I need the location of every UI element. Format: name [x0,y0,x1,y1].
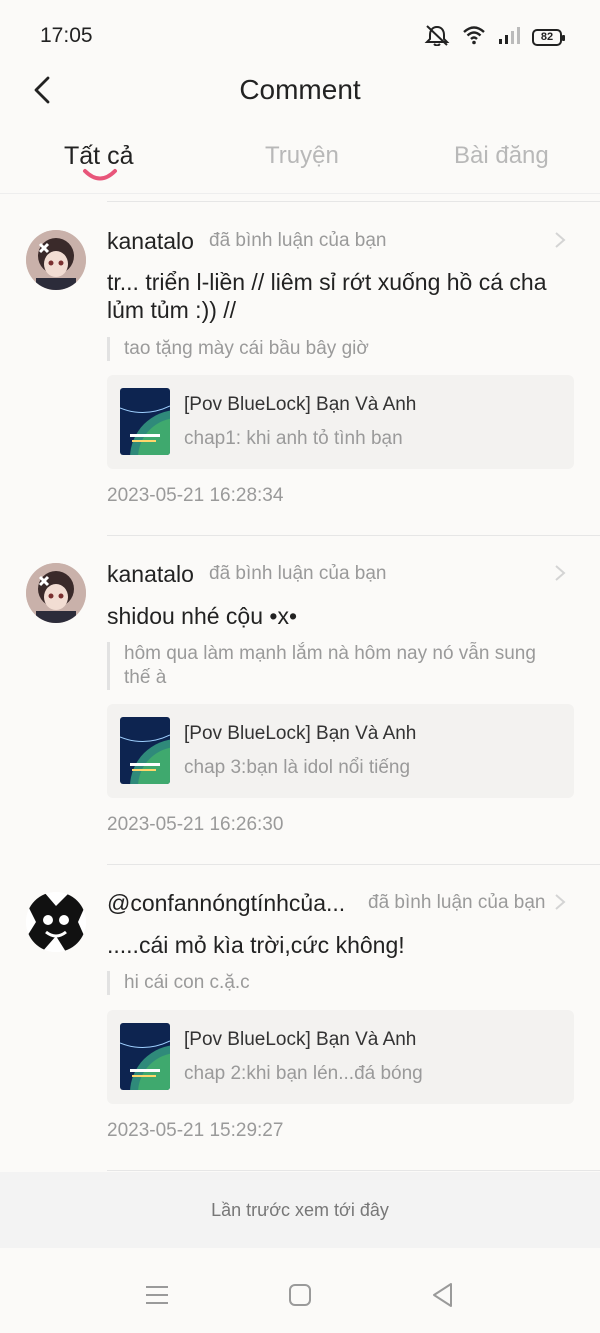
avatar[interactable] [26,230,86,290]
quoted-comment: hôm qua làm mạnh lắm nà hôm nay nó vẫn s… [107,642,567,690]
story-cover [120,717,170,784]
back-triangle-icon[interactable] [428,1280,458,1310]
tab-all[interactable]: Tất cả [64,142,133,171]
chapter-title: chap1: khi anh tỏ tình bạn [184,428,403,449]
menu-icon[interactable] [142,1280,172,1310]
chevron-right-icon[interactable] [552,892,568,912]
avatar[interactable] [26,892,86,952]
tab-stories[interactable]: Truyện [265,142,339,170]
divider [107,864,600,865]
divider [107,1170,600,1171]
timestamp: 2023-05-21 15:29:27 [107,1120,284,1141]
username[interactable]: @confannóngtínhcủa... [107,890,345,917]
tab-indicator [83,169,117,181]
header: Comment [0,62,600,122]
action-text: đã bình luận của bạn [209,230,387,251]
chevron-right-icon[interactable] [552,230,568,250]
timestamp: 2023-05-21 16:26:30 [107,814,284,835]
story-cover [120,1023,170,1090]
chapter-title: chap 3:bạn là idol nổi tiếng [184,757,411,778]
story-title: [Pov BlueLock] Bạn Và Anh [184,723,417,744]
battery-icon: 82 [532,28,565,46]
divider [107,201,600,202]
quoted-comment: hi cái con c.ặ.c [107,971,567,995]
divider [107,535,600,536]
username[interactable]: kanatalo [107,561,194,588]
comment-text: .....cái mỏ kìa trời,cức không! [107,932,405,958]
comment-text: tr... triển l-liền // liêm sỉ rớt xuống … [107,269,547,323]
comment-text: shidou nhé cộu •x• [107,603,298,629]
story-card[interactable]: [Pov BlueLock] Bạn Và Anh chap1: khi anh… [107,375,574,469]
story-title: [Pov BlueLock] Bạn Và Anh [184,394,417,415]
action-text: đã bình luận của bạn [368,892,546,913]
chapter-title: chap 2:khi bạn lén...đá bóng [184,1063,423,1084]
home-icon[interactable] [285,1280,315,1310]
tab-bar: Tất cả Truyện Bài đăng [0,130,600,194]
page-title: Comment [239,74,361,105]
username[interactable]: kanatalo [107,228,194,255]
last-seen-notice: Lần trước xem tới đây [0,1172,600,1248]
story-card[interactable]: [Pov BlueLock] Bạn Và Anh chap 2:khi bạn… [107,1010,574,1104]
signal-icon [498,26,520,49]
status-time: 17:05 [40,24,93,47]
mute-icon [424,24,450,51]
avatar[interactable] [26,563,86,623]
system-nav-bar [0,1248,600,1333]
story-cover [120,388,170,455]
timestamp: 2023-05-21 16:28:34 [107,485,284,506]
tab-posts[interactable]: Bài đăng [454,142,549,170]
action-text: đã bình luận của bạn [209,563,387,584]
status-icons: 82 [424,24,565,51]
story-title: [Pov BlueLock] Bạn Và Anh [184,1029,417,1050]
wifi-icon [462,25,486,50]
story-card[interactable]: [Pov BlueLock] Bạn Và Anh chap 3:bạn là … [107,704,574,798]
chevron-right-icon[interactable] [552,563,568,583]
quoted-comment: tao tặng mày cái bầu bây giờ [107,337,567,361]
